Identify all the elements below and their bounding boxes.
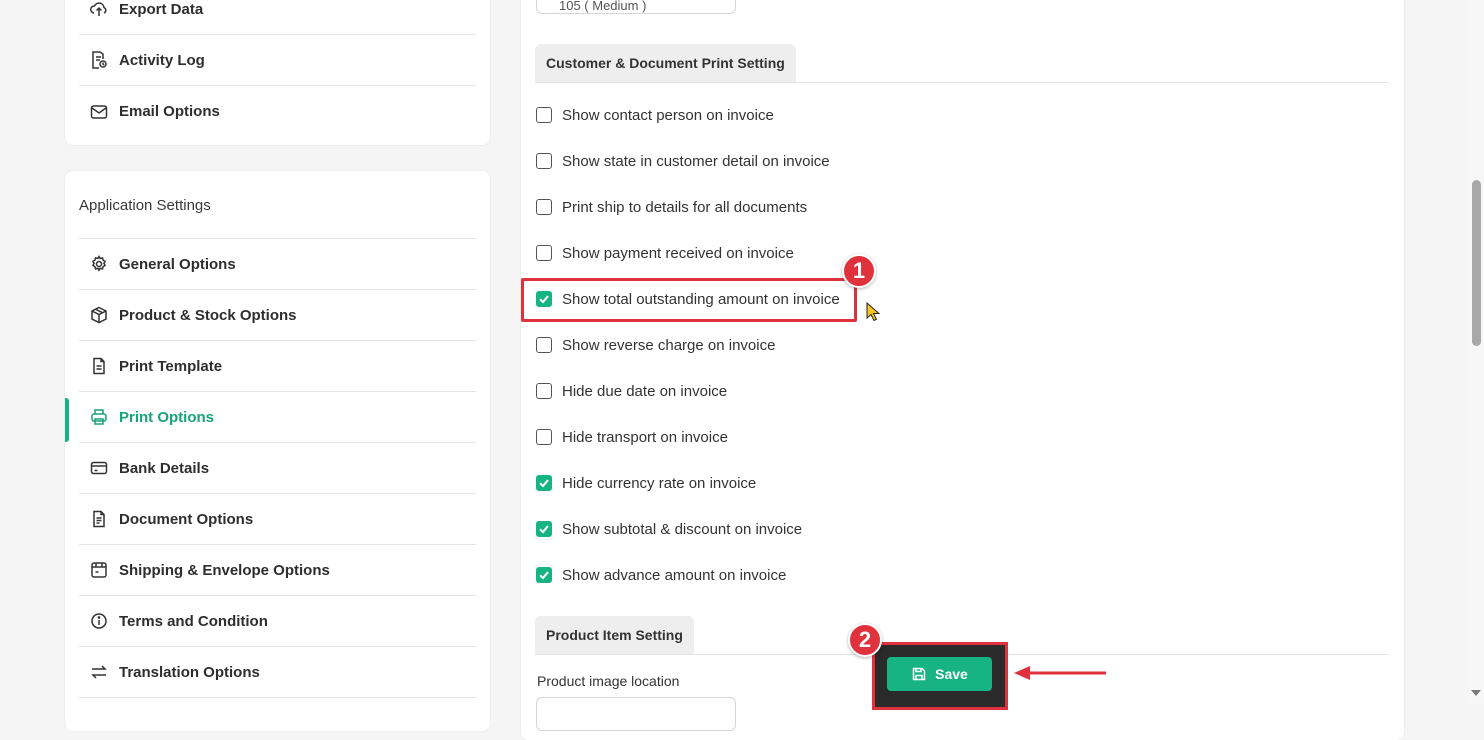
step-badge-2: 2 <box>848 623 882 657</box>
sidebar-item-print-template[interactable]: Print Template <box>79 341 476 392</box>
scrollbar-track[interactable] <box>1468 0 1484 705</box>
sidebar-item-export-data[interactable]: Export Data <box>79 0 476 35</box>
checkbox[interactable] <box>536 337 552 353</box>
sidebar-item-label: Terms and Condition <box>119 612 268 630</box>
option-label: Hide due date on invoice <box>562 382 728 400</box>
checkbox[interactable] <box>536 153 552 169</box>
save-button-label: Save <box>935 666 968 682</box>
option-show-advance-amount[interactable]: Show advance amount on invoice <box>536 564 786 586</box>
option-show-payment-received[interactable]: Show payment received on invoice <box>536 242 794 264</box>
sidebar-item-label: Translation Options <box>119 663 260 681</box>
product-image-location-select[interactable] <box>536 697 736 731</box>
checkbox[interactable] <box>536 429 552 445</box>
sidebar-item-label: General Options <box>119 255 236 273</box>
option-label: Print ship to details for all documents <box>562 198 808 216</box>
font-size-select[interactable]: 105 ( Medium ) <box>536 0 736 14</box>
option-label: Show state in customer detail on invoice <box>562 152 830 170</box>
checkbox-checked[interactable] <box>536 567 552 583</box>
sidebar-item-label: Bank Details <box>119 459 210 477</box>
sidebar-item-shipping-envelope-options[interactable]: Shipping & Envelope Options <box>79 545 476 596</box>
option-label: Hide transport on invoice <box>562 428 728 446</box>
activity-log-icon <box>89 50 109 70</box>
document-lines-icon <box>89 509 109 529</box>
sidebar-item-label: Export Data <box>119 0 204 18</box>
sidebar-item-print-options[interactable]: Print Options <box>79 392 476 443</box>
swap-arrows-icon <box>89 662 109 682</box>
option-show-subtotal-discount[interactable]: Show subtotal & discount on invoice <box>536 518 802 540</box>
option-show-state[interactable]: Show state in customer detail on invoice <box>536 150 830 172</box>
customer-document-print-setting-heading: Customer & Document Print Setting <box>535 44 796 82</box>
sidebar-item-label: Activity Log <box>119 51 205 69</box>
checkbox[interactable] <box>536 245 552 261</box>
product-image-location-label: Product image location <box>537 673 680 689</box>
checkbox-checked[interactable] <box>536 475 552 491</box>
step-badge-1: 1 <box>842 254 876 288</box>
save-icon <box>912 667 926 681</box>
active-indicator <box>65 398 69 442</box>
option-label: Hide currency rate on invoice <box>562 474 757 492</box>
sidebar-item-general-options[interactable]: General Options <box>79 239 476 290</box>
annotation-arrow-icon <box>1014 666 1106 680</box>
sidebar-item-translation-options[interactable]: Translation Options <box>79 647 476 698</box>
sidebar-item-label: Email Options <box>119 103 220 120</box>
envelope-icon <box>89 102 109 122</box>
sidebar-item-label: Product & Stock Options <box>119 306 297 324</box>
gear-icon <box>89 254 109 274</box>
sidebar-item-product-stock-options[interactable]: Product & Stock Options <box>79 290 476 341</box>
option-label: Show reverse charge on invoice <box>562 336 776 354</box>
shipping-icon <box>89 560 109 580</box>
product-item-setting-heading: Product Item Setting <box>535 616 694 654</box>
box-icon <box>89 305 109 325</box>
sidebar-item-document-options[interactable]: Document Options <box>79 494 476 545</box>
cloud-upload-icon <box>89 0 109 19</box>
option-label: Show subtotal & discount on invoice <box>562 520 803 538</box>
option-hide-due-date[interactable]: Hide due date on invoice <box>536 380 727 402</box>
document-icon <box>89 356 109 376</box>
option-label: Show contact person on invoice <box>562 106 774 124</box>
checkbox[interactable] <box>536 383 552 399</box>
application-settings-heading: Application Settings <box>79 197 211 214</box>
option-show-reverse-charge[interactable]: Show reverse charge on invoice <box>536 334 775 356</box>
sidebar-item-email-options[interactable]: Email Options <box>79 86 476 137</box>
font-size-select-value: 105 ( Medium ) <box>559 0 647 13</box>
scrollbar-thumb[interactable] <box>1472 180 1481 346</box>
account-nav-list: Export Data Activity Log Email Options <box>79 0 476 137</box>
application-nav-list: General Options Product & Stock Options … <box>79 239 476 698</box>
info-icon <box>89 611 109 631</box>
sidebar-item-label: Shipping & Envelope Options <box>119 561 330 579</box>
option-print-ship-to[interactable]: Print ship to details for all documents <box>536 196 807 218</box>
option-show-contact-person[interactable]: Show contact person on invoice <box>536 104 774 126</box>
credit-card-icon <box>89 458 109 478</box>
save-button[interactable]: Save <box>887 657 992 691</box>
mouse-cursor-icon <box>866 302 880 322</box>
option-hide-transport[interactable]: Hide transport on invoice <box>536 426 728 448</box>
option-label: Show payment received on invoice <box>562 244 794 262</box>
checkbox[interactable] <box>536 107 552 123</box>
checkbox[interactable] <box>536 199 552 215</box>
option-hide-currency-rate[interactable]: Hide currency rate on invoice <box>536 472 756 494</box>
scroll-down-arrow-icon[interactable] <box>1471 690 1481 696</box>
printer-icon <box>89 407 109 427</box>
sidebar-item-bank-details[interactable]: Bank Details <box>79 443 476 494</box>
highlight-box-step-1 <box>521 278 857 322</box>
divider <box>535 82 1388 83</box>
checkbox-checked[interactable] <box>536 521 552 537</box>
sidebar-item-label: Print Options <box>119 408 214 426</box>
option-label: Show advance amount on invoice <box>562 566 787 584</box>
sidebar-item-terms-and-condition[interactable]: Terms and Condition <box>79 596 476 647</box>
sidebar-item-label: Document Options <box>119 510 254 528</box>
sidebar-item-label: Print Template <box>119 357 223 375</box>
sidebar-item-activity-log[interactable]: Activity Log <box>79 35 476 86</box>
